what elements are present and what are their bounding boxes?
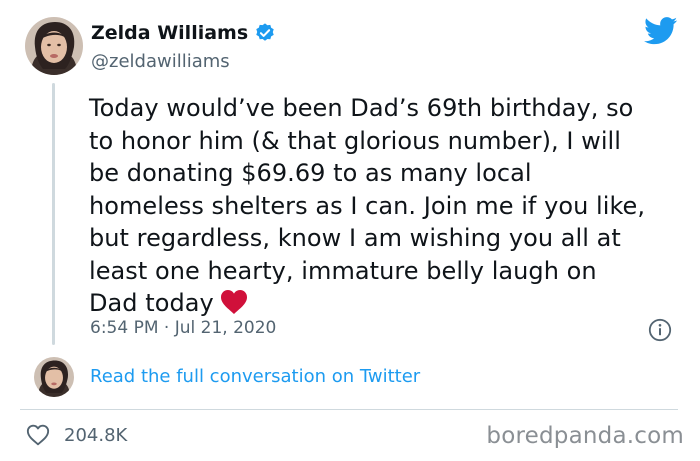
tweet-text-line: but regardless, know I am wishing you al… <box>89 224 621 252</box>
watermark: boredpanda.com <box>486 423 684 449</box>
tweet-text-line: to honor him (& that glorious number), I… <box>89 126 621 155</box>
thread-connector-line <box>52 83 55 345</box>
verified-badge-icon <box>254 22 276 44</box>
author-avatar[interactable] <box>25 17 83 75</box>
red-heart-emoji-icon <box>220 289 248 315</box>
info-icon[interactable] <box>648 318 672 342</box>
tweet-text-line: Today would’ve been Dad’s 69th birthday,… <box>89 94 634 122</box>
embedded-tweet-card: Zelda Williams @zeldawilliams Today woul… <box>0 0 700 461</box>
twitter-bird-icon[interactable] <box>644 17 678 45</box>
author-display-name[interactable]: Zelda Williams <box>91 22 248 44</box>
tweet-text-line: Dad today <box>89 289 214 317</box>
divider <box>20 409 678 410</box>
author-name-row: Zelda Williams <box>91 22 276 44</box>
tweet-text-last-line: Dad today <box>89 287 689 320</box>
heart-outline-icon[interactable] <box>26 424 50 446</box>
tweet-timestamp[interactable]: 6:54 PM · Jul 21, 2020 <box>90 318 276 338</box>
read-full-conversation-link[interactable]: Read the full conversation on Twitter <box>90 366 420 387</box>
like-count[interactable]: 204.8K <box>64 425 127 446</box>
tweet-text: Today would’ve been Dad’s 69th birthday,… <box>89 92 689 320</box>
tweet-text-line: homeless shelters as I can. Join me if y… <box>89 191 646 220</box>
conversation-avatar[interactable] <box>34 357 74 397</box>
tweet-text-line: least one hearty, immature belly laugh o… <box>89 256 597 285</box>
tweet-text-line: be donating $69.69 to as many local <box>89 159 532 187</box>
author-handle[interactable]: @zeldawilliams <box>91 51 230 72</box>
